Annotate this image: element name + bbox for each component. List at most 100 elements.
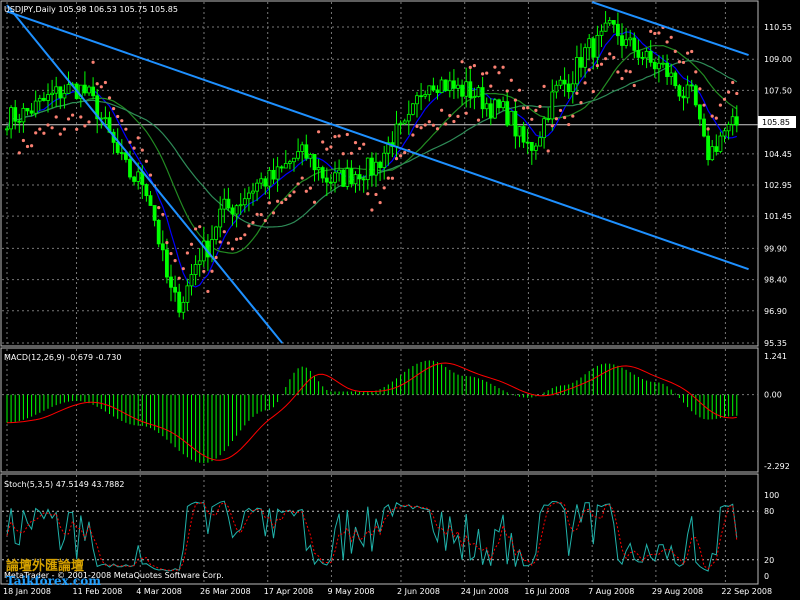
- sar-dot: [464, 111, 468, 115]
- candle-body: [525, 141, 530, 144]
- watermark-line-2: Taikforex.com: [6, 574, 101, 588]
- sar-dot: [87, 120, 91, 124]
- sar-dot: [694, 70, 698, 74]
- candle-body: [287, 161, 292, 164]
- candle-body: [242, 198, 247, 206]
- candle-body: [681, 95, 686, 99]
- candle-body: [427, 85, 432, 95]
- x-tick-label: 7 Aug 2008: [588, 587, 634, 596]
- candle-body: [148, 195, 153, 206]
- sar-dot: [62, 127, 66, 131]
- candle-body: [587, 38, 592, 49]
- sar-dot: [624, 69, 628, 73]
- sar-dot: [579, 101, 583, 105]
- candle-body: [279, 166, 284, 169]
- candle-body: [54, 86, 59, 94]
- stoch-y-tick-label: 20: [764, 556, 774, 565]
- sar-dot: [677, 60, 682, 64]
- sar-dot: [136, 136, 140, 140]
- candle-body: [193, 264, 198, 275]
- main-chart-title: USDJPY,Daily 105.98 106.53 105.75 105.85: [4, 5, 178, 14]
- sar-dot: [46, 123, 50, 127]
- candle-body: [83, 84, 87, 94]
- sar-dot: [558, 108, 563, 113]
- sar-dot: [247, 224, 251, 228]
- candle-body: [25, 107, 30, 112]
- candle-body: [406, 113, 411, 122]
- y-tick-label: 98.40: [764, 276, 787, 285]
- candle-body: [542, 118, 546, 139]
- sar-dot: [686, 51, 690, 55]
- sar-dot: [230, 247, 235, 251]
- candle-body: [669, 72, 674, 77]
- sar-dot: [255, 212, 259, 216]
- sar-dot: [722, 97, 727, 101]
- candle-body: [17, 120, 22, 123]
- candle-body: [468, 81, 473, 98]
- candle-body: [21, 107, 26, 123]
- sar-dot: [235, 237, 239, 241]
- sar-dot: [317, 130, 321, 134]
- candle-body: [164, 249, 169, 278]
- sar-dot: [366, 192, 370, 196]
- sar-dot: [612, 55, 616, 60]
- sar-dot: [17, 151, 21, 155]
- sar-dot: [460, 60, 464, 64]
- candle-body: [538, 137, 542, 147]
- sar-dot: [206, 289, 210, 294]
- sar-dot: [374, 192, 378, 197]
- sar-dot: [563, 115, 567, 120]
- candle-body: [484, 103, 489, 110]
- sar-dot: [222, 230, 226, 234]
- sar-dot: [276, 199, 280, 203]
- macd-title: MACD(12,26,9) -0.679 -0.730: [4, 353, 121, 362]
- sar-dot: [337, 134, 341, 138]
- candle-body: [333, 172, 337, 183]
- candle-body: [456, 84, 460, 89]
- sar-dot: [591, 89, 595, 94]
- sar-dot: [280, 200, 284, 205]
- candle-body: [636, 50, 641, 58]
- x-tick-label: 22 Sep 2008: [721, 587, 772, 596]
- sar-dot: [448, 113, 452, 118]
- sar-dot: [456, 114, 460, 118]
- candle-body: [689, 84, 694, 87]
- sar-dot: [177, 276, 181, 280]
- stoch-title: Stoch(5,3,5) 47.5149 43.7882: [4, 480, 124, 489]
- x-tick-label: 17 Apr 2008: [264, 587, 313, 596]
- candle-body: [673, 72, 678, 87]
- sar-dot: [403, 151, 407, 155]
- candle-body: [657, 62, 661, 70]
- candle-body: [316, 167, 321, 171]
- sar-dot: [513, 98, 518, 102]
- candle-body: [394, 123, 399, 147]
- candle-body: [628, 37, 633, 41]
- sar-dot: [435, 127, 440, 131]
- sar-dot: [132, 146, 136, 150]
- candle-body: [37, 97, 42, 102]
- candle-body: [509, 110, 514, 126]
- sar-dot: [501, 65, 505, 69]
- sar-dot: [386, 176, 390, 180]
- sar-dot: [120, 119, 124, 123]
- sar-dot: [140, 148, 144, 152]
- y-tick-label: 107.50: [764, 86, 792, 95]
- y-tick-label: 102.95: [764, 181, 792, 190]
- sar-dot: [587, 68, 591, 72]
- y-tick-label: 101.45: [764, 212, 792, 221]
- sar-dot: [329, 145, 333, 149]
- candle-body: [685, 84, 690, 99]
- sar-dot: [124, 127, 128, 131]
- sar-dot: [353, 141, 358, 145]
- sar-dot: [526, 106, 530, 110]
- sar-dot: [214, 255, 218, 260]
- candle-body: [42, 97, 46, 101]
- candle-body: [501, 101, 506, 109]
- sar-dot: [304, 189, 308, 193]
- sar-dot: [103, 80, 107, 85]
- sar-dot: [25, 144, 30, 149]
- candle-body: [599, 30, 604, 36]
- candle-body: [652, 61, 657, 70]
- sar-dot: [50, 126, 54, 130]
- candle-body: [271, 169, 276, 180]
